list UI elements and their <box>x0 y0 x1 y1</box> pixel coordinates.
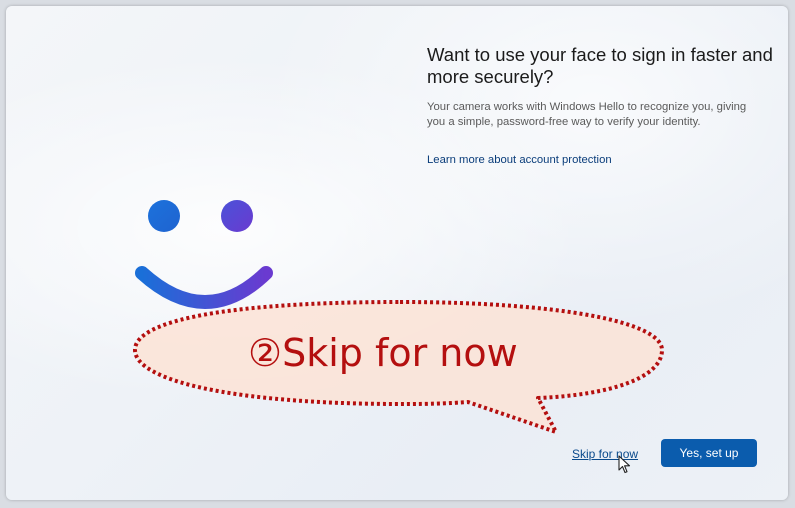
annotation-label: ②Skip for now <box>248 331 518 375</box>
left-eye-icon <box>148 200 180 232</box>
page-description: Your camera works with Windows Hello to … <box>427 101 747 128</box>
smile-icon <box>135 266 273 309</box>
learn-more-link[interactable]: Learn more about account protection <box>427 154 612 166</box>
page-title: Want to use your face to sign in faster … <box>427 44 773 87</box>
windows-hello-face-icon <box>135 200 273 309</box>
setup-window: Want to use your face to sign in faster … <box>6 6 788 500</box>
right-eye-icon <box>221 200 253 232</box>
mouse-pointer-icon <box>618 455 631 474</box>
yes-set-up-button[interactable]: Yes, set up <box>661 439 757 467</box>
